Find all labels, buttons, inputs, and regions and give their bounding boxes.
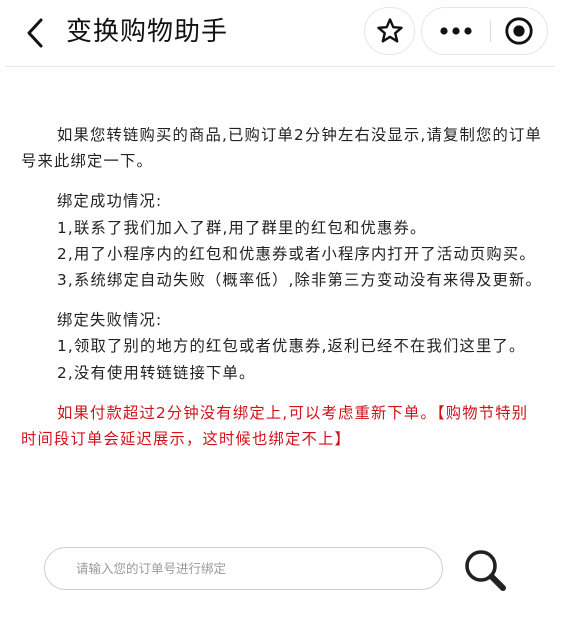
close-button[interactable]: [491, 8, 547, 54]
favorite-button[interactable]: [364, 7, 415, 55]
top-nav-bar: 变换购物助手: [0, 0, 566, 66]
success-item: 1,联系了我们加入了群,用了群里的红包和优惠券。: [57, 218, 427, 237]
success-heading: 绑定成功情况:: [57, 192, 163, 211]
instructions: 如果您转链购买的商品,已购订单2分钟左右没显示,请复制您的订单号来此绑定一下。 …: [21, 122, 543, 452]
intro-text: 如果您转链购买的商品,已购订单2分钟左右没显示,请复制您的订单号来此绑定一下。: [21, 126, 542, 171]
search-icon: [465, 550, 506, 591]
page-title: 变换购物助手: [66, 17, 229, 47]
chevron-left-icon: [27, 18, 43, 48]
more-button[interactable]: [422, 8, 490, 54]
success-item: 3,系统绑定自动失败（概率低）,除非第三方变动没有来得及更新。: [57, 271, 542, 290]
more-dots-icon: [440, 27, 472, 35]
failure-heading: 绑定失败情况:: [57, 311, 163, 330]
order-number-input[interactable]: [44, 547, 443, 590]
search-button[interactable]: [462, 547, 508, 593]
target-close-icon: [505, 17, 533, 45]
failure-item: 2,没有使用转链链接下单。: [57, 363, 256, 382]
failure-item: 1,领取了别的地方的红包或者优惠券,返利已经不在我们这里了。: [57, 337, 526, 356]
star-icon: [376, 18, 403, 43]
mini-program-capsule: [421, 7, 548, 55]
notice-text: 如果付款超过2分钟没有绑定上,可以考虑重新下单。【购物节特别时间段订单会延迟展示…: [21, 403, 529, 449]
back-button[interactable]: [16, 13, 56, 53]
nav-divider: [6, 66, 554, 67]
success-item: 2,用了小程序内的红包和优惠券或者小程序内打开了活动页购买。: [57, 244, 536, 263]
